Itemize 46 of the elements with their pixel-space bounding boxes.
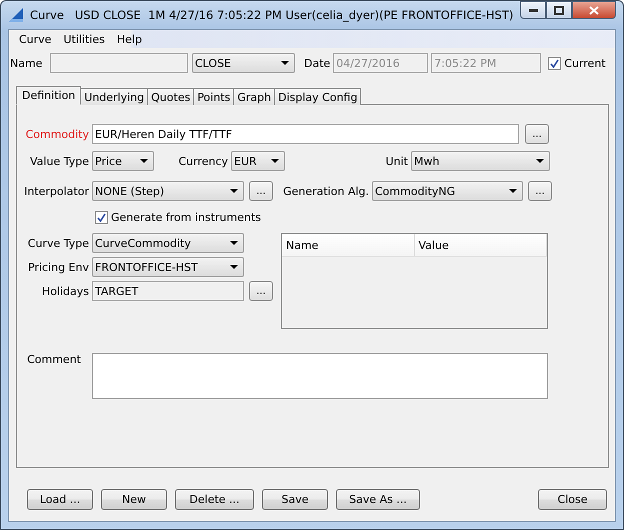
tab[interactable]: Display Config xyxy=(274,88,362,105)
tab[interactable]: Graph xyxy=(233,88,276,105)
tab[interactable]: Quotes xyxy=(147,88,194,105)
column-header[interactable]: Name xyxy=(282,234,414,256)
curve-type-select[interactable]: CurveCommodity xyxy=(92,233,244,253)
currency-select[interactable]: EUR xyxy=(231,151,285,171)
field-label: Curve Type xyxy=(26,236,89,250)
unit-select[interactable]: Mwh xyxy=(411,151,550,171)
field-label: Generation Alg. xyxy=(282,184,369,198)
type-select[interactable]: CLOSE xyxy=(192,53,295,73)
browse-button[interactable]: ... xyxy=(249,281,273,301)
checkbox-label: Current xyxy=(564,56,606,70)
field-label: Comment xyxy=(26,353,81,366)
footer-button[interactable]: New xyxy=(101,489,167,510)
pricing-env-select[interactable]: FRONTOFFICE-HST xyxy=(92,257,244,277)
browse-button[interactable]: ... xyxy=(528,181,552,201)
menu-item[interactable]: Curve xyxy=(13,32,58,46)
footer-button[interactable]: Save xyxy=(262,489,328,510)
close-dialog-button[interactable]: Close xyxy=(538,489,607,510)
holidays-field[interactable]: TARGET xyxy=(92,281,244,301)
field-label: Interpolator xyxy=(23,184,89,198)
interpolator-select[interactable]: NONE (Step) xyxy=(92,181,244,201)
field-label: Currency xyxy=(177,154,228,168)
field-label: Name xyxy=(10,56,40,70)
browse-button[interactable]: ... xyxy=(249,181,273,201)
field-label: Date xyxy=(304,56,330,70)
footer-button[interactable]: Load ... xyxy=(27,489,93,510)
footer-button[interactable]: Delete ... xyxy=(175,489,254,510)
field-label: Commodity xyxy=(24,128,89,140)
field-label: Unit xyxy=(384,154,408,168)
value-type-select[interactable]: Price xyxy=(92,151,154,171)
field-label: Holidays xyxy=(40,284,89,298)
footer-button[interactable]: Save As ... xyxy=(336,489,420,510)
commodity-field[interactable]: EUR/Heren Daily TTF/TTF xyxy=(92,124,519,144)
tab[interactable]: Definition xyxy=(16,86,82,105)
checkbox-label: Generate from instruments xyxy=(111,211,262,224)
tab[interactable]: Points xyxy=(193,88,234,105)
column-header[interactable]: Value xyxy=(414,234,547,256)
menu-item[interactable]: Utilities xyxy=(57,32,111,46)
field-label: Value Type xyxy=(29,154,89,168)
field-label: Pricing Env xyxy=(26,260,89,274)
tab[interactable]: Underlying xyxy=(80,88,148,105)
menu-item[interactable]: Help xyxy=(110,32,148,46)
generation-alg-select[interactable]: CommodityNG xyxy=(372,181,523,201)
browse-button[interactable]: ... xyxy=(525,124,549,144)
window-title: Curve USD CLOSE 1M 4/27/16 7:05:22 PM User(celia_dyer)(PE FRONTOFFICE-HST) xyxy=(30,8,514,22)
